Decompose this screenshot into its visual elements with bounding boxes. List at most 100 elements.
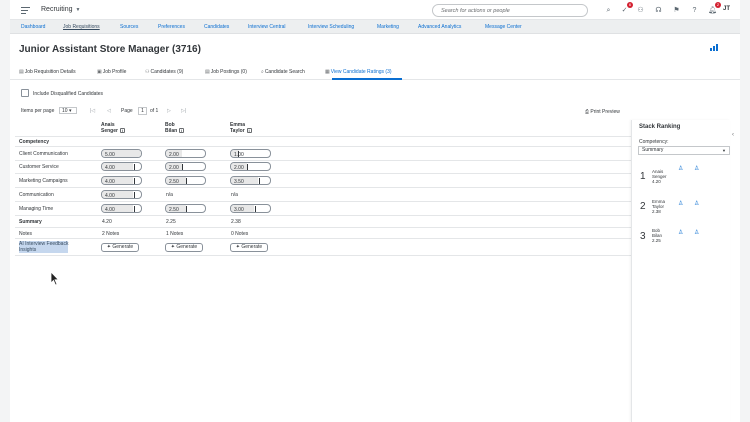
- person-icon[interactable]: ♙: [694, 200, 699, 207]
- notifications-icon[interactable]: 🔔︎ 2: [708, 2, 721, 15]
- global-search-input[interactable]: Search for actions or people: [432, 4, 588, 17]
- competency-select[interactable]: Summary ▼: [638, 146, 730, 155]
- profile-icon: ▣: [97, 69, 102, 75]
- tab-job-profile[interactable]: ▣Job Profile: [97, 69, 126, 75]
- competency-header: Competency: [19, 139, 50, 145]
- rating-input[interactable]: 4.00: [101, 176, 142, 185]
- generate-button[interactable]: ✦ Generate: [230, 243, 268, 252]
- page-title: Junior Assistant Store Manager (3716): [19, 44, 201, 55]
- document-icon: ▤: [19, 69, 24, 75]
- rank-candidate[interactable]: Emma Taylor 2.38: [652, 199, 665, 214]
- tab-bar: ▤Job Requisition Details ▣Job Profile ⚇C…: [10, 67, 740, 80]
- notes-label: Notes: [19, 231, 33, 237]
- info-icon[interactable]: i: [119, 128, 125, 134]
- last-page-icon[interactable]: ▷|: [181, 108, 186, 114]
- print-preview-button[interactable]: ⎙ Print Preview: [585, 109, 620, 115]
- posting-icon: ▤: [205, 69, 210, 75]
- rating-input[interactable]: 1.00: [230, 149, 271, 158]
- nav-candidates[interactable]: Candidates: [204, 24, 229, 30]
- tab-job-requisition-details[interactable]: ▤Job Requisition Details: [19, 69, 76, 75]
- next-page-icon[interactable]: ▷: [167, 108, 171, 114]
- collapse-panel-icon[interactable]: ‹: [732, 132, 734, 138]
- rating-input[interactable]: 2.00: [165, 162, 206, 171]
- info-icon[interactable]: i: [246, 128, 252, 134]
- tab-job-postings[interactable]: ▤Job Postings (0): [205, 69, 247, 75]
- help-icon[interactable]: ?: [690, 6, 699, 15]
- tab-candidates[interactable]: ⚇Candidates (9): [145, 69, 183, 75]
- divider: [15, 215, 632, 216]
- analytics-icon[interactable]: [710, 44, 719, 51]
- competency-label: Competency:: [639, 139, 669, 145]
- rating-input[interactable]: 2.00: [165, 149, 206, 158]
- rating-input[interactable]: 4.00: [101, 162, 142, 171]
- row-label-communication: Communication: [19, 192, 54, 198]
- mouse-cursor-icon: [50, 271, 60, 286]
- nav-interview-central[interactable]: Interview Central: [248, 24, 286, 30]
- rank-number: 1: [640, 171, 646, 182]
- tab-candidate-search[interactable]: ⌕Candidate Search: [261, 69, 305, 75]
- nav-interview-scheduling[interactable]: Interview Scheduling: [308, 24, 354, 30]
- stack-ranking-title: Stack Ranking: [639, 124, 681, 130]
- search-icon[interactable]: ⌕: [604, 6, 613, 15]
- page-count: of 1: [150, 108, 159, 114]
- prev-page-icon[interactable]: ◁: [107, 108, 111, 114]
- nav-job-requisitions[interactable]: Job Requisitions: [63, 24, 100, 30]
- generate-button[interactable]: ✦ Generate: [101, 243, 139, 252]
- rating-input[interactable]: 4.00: [101, 204, 142, 213]
- nav-sources[interactable]: Sources: [120, 24, 138, 30]
- rating-input[interactable]: 2.50: [165, 176, 206, 185]
- row-label-marketing-campaigns: Marketing Campaigns: [19, 178, 68, 184]
- first-page-icon[interactable]: |◁: [90, 108, 95, 114]
- rank-number: 3: [640, 231, 646, 242]
- divider: [15, 173, 632, 174]
- info-icon[interactable]: i: [179, 128, 185, 134]
- rating-input[interactable]: 2.00: [230, 162, 271, 171]
- notes-link[interactable]: 2 Notes: [102, 231, 119, 237]
- people-icon[interactable]: ⚇: [636, 6, 645, 15]
- ratings-icon: ▦: [325, 69, 330, 75]
- generate-button[interactable]: ✦ Generate: [165, 243, 203, 252]
- divider: [15, 255, 632, 256]
- notes-link[interactable]: 0 Notes: [231, 231, 248, 237]
- person-icon[interactable]: ♙: [694, 165, 699, 172]
- include-disqualified-checkbox[interactable]: [21, 89, 29, 97]
- divider: [15, 160, 632, 161]
- person-icon[interactable]: ♙: [678, 165, 683, 172]
- person-icon[interactable]: ♙: [678, 229, 683, 236]
- rank-candidate[interactable]: Anais Senger 4.20: [652, 169, 667, 184]
- person-icon[interactable]: ♙: [678, 200, 683, 207]
- approvals-icon[interactable]: ✓ 6: [620, 2, 633, 15]
- rating-input[interactable]: 3.50: [230, 176, 271, 185]
- nav-message-center[interactable]: Message Center: [485, 24, 522, 30]
- menu-icon[interactable]: [21, 7, 30, 16]
- rank-candidate[interactable]: Bob Bilan 2.25: [652, 228, 662, 243]
- nav-marketing[interactable]: Marketing: [377, 24, 399, 30]
- module-switcher[interactable]: Recruiting ▼: [41, 6, 80, 13]
- headset-icon[interactable]: ☊: [654, 6, 663, 15]
- rating-input[interactable]: 2.50: [165, 204, 206, 213]
- rating-input[interactable]: 4.00: [101, 190, 142, 199]
- avatar[interactable]: JT: [723, 6, 730, 12]
- divider: [15, 201, 632, 202]
- page-input[interactable]: 1: [138, 107, 147, 115]
- search-icon: ⌕: [261, 69, 264, 75]
- rating-input[interactable]: 5.00: [101, 149, 142, 158]
- nav-dashboard[interactable]: Dashboard: [21, 24, 45, 30]
- flag-icon[interactable]: ⚑: [672, 6, 681, 15]
- shell-bar: Recruiting ▼ Search for actions or people…: [10, 0, 740, 20]
- ai-feedback-label: AI Interview Feedback Insights: [19, 241, 69, 253]
- notes-link[interactable]: 1 Notes: [166, 231, 183, 237]
- nav-advanced-analytics[interactable]: Advanced Analytics: [418, 24, 461, 30]
- tab-view-candidate-ratings[interactable]: ▦View Candidate Ratings (3): [325, 69, 392, 75]
- person-icon[interactable]: ♙: [694, 229, 699, 236]
- rating-input[interactable]: 3.00: [230, 204, 271, 213]
- active-tab-indicator: [332, 78, 402, 80]
- nav-preferences[interactable]: Preferences: [158, 24, 185, 30]
- rank-number: 2: [640, 201, 646, 212]
- divider: [15, 136, 632, 137]
- items-per-page-select[interactable]: 10 ▾: [59, 107, 77, 114]
- group-icon: ⚇: [145, 69, 150, 75]
- divider: [15, 227, 632, 228]
- chevron-down-icon: ▼: [722, 148, 726, 153]
- rating-na: n/a: [166, 192, 173, 198]
